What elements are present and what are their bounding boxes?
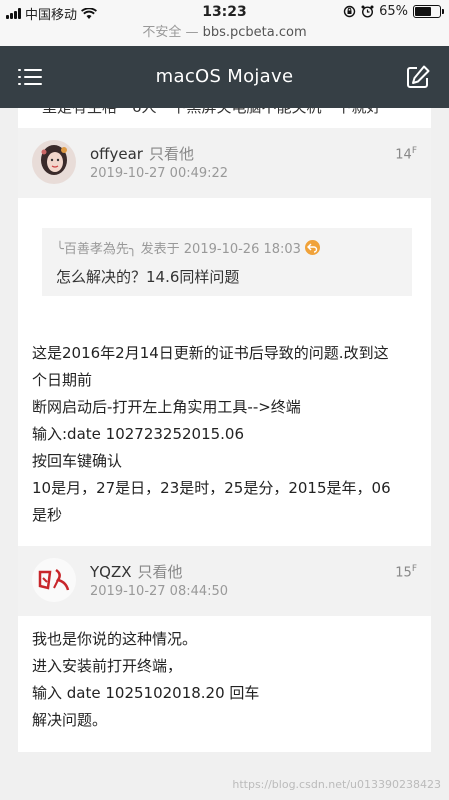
post-line: 按回车键确认 (32, 452, 123, 470)
nav-header: macOS Mojave (0, 46, 449, 108)
battery-percent: 65% (379, 4, 408, 19)
compose-icon[interactable] (405, 64, 431, 90)
quote-author[interactable]: ╰百善孝為先╮ (56, 238, 137, 257)
floor-num: 15 (395, 565, 412, 581)
url-domain: bbs.pcbeta.com (202, 25, 307, 40)
post-time: 2019-10-27 08:44:50 (90, 584, 229, 599)
quote-text: 怎么解决的？14.6同样问题 (56, 268, 240, 286)
status-right: 65% (343, 4, 444, 19)
quote-meta: ╰百善孝為先╮ 发表于 2019-10-26 18:03 (56, 238, 320, 257)
post-line: 输入 date 1025102018.20 回车 (32, 684, 260, 702)
only-him-link[interactable]: 只看他 (138, 563, 183, 581)
battery-level (415, 7, 431, 16)
post-line: 个日期前 (32, 371, 93, 389)
avatar[interactable] (32, 140, 76, 184)
previous-post-tail: 里是有主格一6人一下黑屏关电脑不能关机一下就好 (18, 108, 431, 128)
floor-number: 15F (395, 564, 417, 580)
page-title: macOS Mojave (155, 66, 294, 87)
post-line: 这是2016年2月14日更新的证书后导致的问题.改到这 (32, 344, 389, 362)
post-line: 解决问题。 (32, 711, 108, 729)
username-text: YQZX (90, 563, 132, 581)
post-content: 这是2016年2月14日更新的证书后导致的问题.改到这 个日期前 断网启动后-打… (32, 340, 422, 529)
post-line: 断网启动后-打开左上角实用工具-->终端 (32, 398, 301, 416)
floor-sup: F (411, 564, 417, 574)
post-line: 输入:date 102723252015.06 (32, 425, 245, 443)
reply-icon[interactable] (304, 240, 320, 255)
alarm-icon (361, 5, 374, 18)
post-time: 2019-10-27 00:49:22 (90, 166, 229, 181)
post-line: 我也是你说的这种情况。 (32, 630, 198, 648)
quote-date: 发表于 2019-10-26 18:03 (140, 242, 301, 257)
status-bar: 中国移动 13:23 65% (0, 0, 449, 24)
watermark: https://blog.csdn.net/u013390238423 (232, 778, 441, 791)
post-line: 是秒 (32, 506, 63, 524)
orientation-lock-icon (343, 5, 356, 18)
username[interactable]: offyear 只看他 (90, 143, 194, 164)
post-content: 我也是你说的这种情况。 进入安装前打开终端， 输入 date 102510201… (32, 626, 422, 734)
floor-num: 14 (395, 147, 412, 163)
avatar[interactable] (32, 558, 76, 602)
floor-sup: F (411, 146, 417, 156)
username-text: offyear (90, 145, 143, 163)
battery-icon (413, 5, 444, 18)
post-header: offyear 只看他 2019-10-27 00:49:22 14F (18, 128, 431, 198)
post-body: 我也是你说的这种情况。 进入安装前打开终端， 输入 date 102510201… (18, 616, 431, 752)
username[interactable]: YQZX 只看他 (90, 561, 183, 582)
post-body: ╰百善孝為先╮ 发表于 2019-10-26 18:03 怎么解决的？14.6同… (18, 198, 431, 546)
clipped-text: 里是有主格一6人一下黑屏关电脑不能关机一下就好 (42, 108, 382, 117)
security-label: 不安全 — (142, 25, 199, 40)
post-line: 进入安装前打开终端， (32, 657, 183, 675)
floor-number: 14F (395, 146, 417, 162)
url-bar[interactable]: 不安全 — bbs.pcbeta.com (0, 24, 449, 46)
post-header: YQZX 只看他 2019-10-27 08:44:50 15F (18, 546, 431, 616)
post-line: 10是月，27是日，23是时，25是分，2015是年，06 (32, 479, 391, 497)
quote-block: ╰百善孝為先╮ 发表于 2019-10-26 18:03 怎么解决的？14.6同… (42, 228, 412, 296)
only-him-link[interactable]: 只看他 (149, 145, 194, 163)
